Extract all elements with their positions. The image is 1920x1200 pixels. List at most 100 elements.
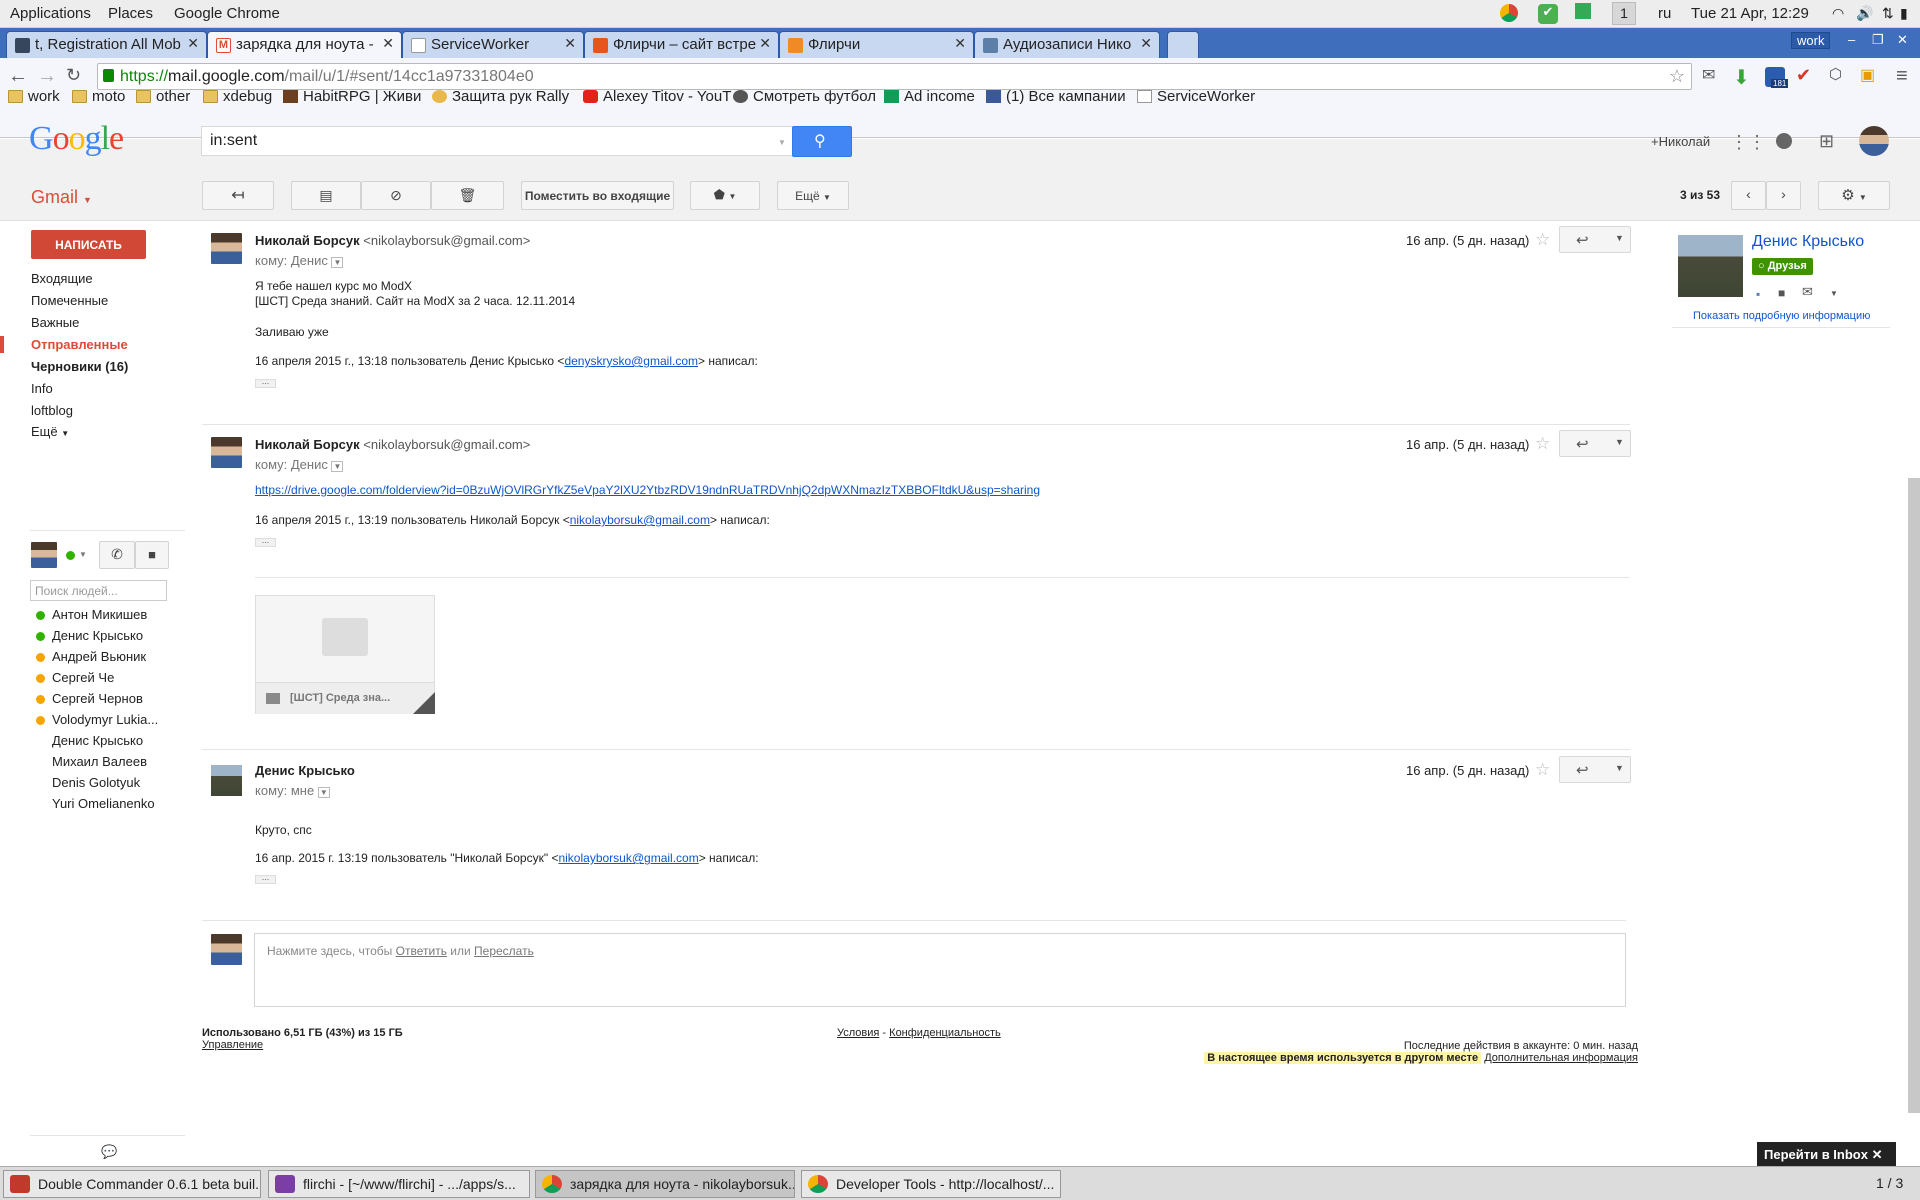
forward-icon[interactable]: →	[37, 65, 57, 88]
close-icon[interactable]: ✕	[382, 35, 394, 52]
phone-call-button[interactable]: ✆	[99, 541, 135, 569]
tab-flirchi[interactable]: Флирчи ✕	[779, 31, 974, 58]
account-avatar[interactable]	[1859, 126, 1889, 156]
close-icon[interactable]: ✕	[564, 35, 576, 52]
tab-serviceworker[interactable]: ServiceWorker ✕	[402, 31, 584, 58]
my-chat-avatar[interactable]	[31, 542, 57, 568]
spam-button[interactable]: ⊘	[361, 181, 431, 210]
quick-reply-box[interactable]: Нажмите здесь, чтобы Ответить или Пересл…	[254, 933, 1626, 1007]
language-indicator[interactable]: ru	[1658, 5, 1671, 22]
star-icon[interactable]: ☆	[1535, 230, 1550, 250]
notifications-icon[interactable]	[1776, 133, 1792, 149]
status-dropdown-icon[interactable]: ▼	[79, 550, 87, 559]
message-menu-icon[interactable]: ▼	[1615, 233, 1624, 243]
contact-item[interactable]: Денис Крысько	[52, 733, 143, 748]
google-logo[interactable]: Google	[29, 120, 124, 158]
online-status-icon[interactable]	[66, 551, 75, 560]
gmail-switcher[interactable]: Gmail ▼	[31, 187, 92, 208]
message-menu-icon[interactable]: ▼	[1615, 763, 1624, 773]
chrome-tray-icon[interactable]	[1500, 4, 1518, 22]
message-sender[interactable]: Денис Крысько	[255, 763, 355, 778]
close-icon[interactable]: ✕	[187, 35, 199, 52]
manage-storage-link[interactable]: Управление	[202, 1039, 263, 1051]
tab-registration[interactable]: t, Registration All Mob ✕	[6, 31, 207, 58]
nav-info[interactable]: Info	[31, 381, 53, 396]
close-icon[interactable]: ✕	[1140, 35, 1152, 52]
close-icon[interactable]: ✕	[954, 35, 966, 52]
app-tray-icon[interactable]	[1575, 3, 1591, 19]
close-icon[interactable]: ✕	[759, 35, 771, 52]
bookmark-ad-income[interactable]: Ad income	[884, 88, 975, 105]
nav-important[interactable]: Важные	[31, 315, 79, 330]
contact-item[interactable]: Михаил Валеев	[52, 754, 147, 769]
email-icon[interactable]: ✉	[1802, 284, 1813, 300]
nav-drafts[interactable]: Черновики (16)	[31, 359, 128, 374]
bookmark-rally[interactable]: Защита рук Rally	[432, 88, 569, 105]
reply-button[interactable]: ↩ ▼	[1559, 430, 1631, 457]
window-close-icon[interactable]: ✕	[1897, 32, 1908, 48]
task-chrome-gmail[interactable]: зарядка для ноута - nikolayborsuk...	[535, 1170, 795, 1198]
contact-name[interactable]: Денис Крысько	[1752, 233, 1864, 251]
more-button[interactable]: Ещё ▼	[777, 181, 849, 210]
chrome-menu-icon[interactable]: ≡	[1896, 65, 1908, 88]
archive-button[interactable]: ▤	[291, 181, 361, 210]
show-trimmed-button[interactable]: ...	[255, 873, 276, 884]
task-devtools[interactable]: Developer Tools - http://localhost/...	[801, 1170, 1061, 1198]
message-sender[interactable]: Николай Борсук <nikolayborsuk@gmail.com>	[255, 233, 530, 248]
tab-gmail[interactable]: Mзарядка для ноута - ✕	[207, 31, 402, 58]
contact-item[interactable]: Антон Микишев	[52, 607, 147, 622]
contact-item[interactable]: Сергей Че	[52, 670, 114, 685]
back-to-sent-button[interactable]: ↤	[202, 181, 274, 210]
chevron-down-icon[interactable]: ▼	[1830, 289, 1838, 298]
search-button[interactable]: ⚲	[792, 126, 852, 157]
message-menu-icon[interactable]: ▼	[1615, 437, 1624, 447]
todoist-icon[interactable]: ✔	[1796, 65, 1811, 86]
bookmark-campaigns[interactable]: (1) Все кампании	[986, 88, 1126, 105]
task-phpstorm[interactable]: flirchi - [~/www/flirchi] - .../apps/s..…	[268, 1170, 530, 1198]
clock[interactable]: Tue 21 Apr, 12:29	[1691, 5, 1809, 22]
places-menu[interactable]: Places	[108, 5, 153, 22]
gift-icon[interactable]: ▣	[1860, 65, 1875, 85]
video-icon[interactable]: ■	[1778, 286, 1785, 300]
checkmark-tray-icon[interactable]: ✔	[1538, 4, 1558, 24]
chrome-menu[interactable]: Google Chrome	[174, 5, 280, 22]
friends-badge[interactable]: ○ Друзья	[1752, 258, 1813, 275]
recipients[interactable]: кому: Денис ▼	[255, 253, 344, 268]
applications-menu[interactable]: Applications	[10, 5, 91, 22]
apps-grid-icon[interactable]: ⋮⋮	[1730, 132, 1766, 153]
bookmark-star-icon[interactable]: ☆	[1669, 66, 1685, 87]
details-link[interactable]: Дополнительная информация	[1484, 1052, 1638, 1064]
contact-item[interactable]: Сергей Чернов	[52, 691, 143, 706]
contact-item[interactable]: Андрей Вьюник	[52, 649, 146, 664]
scrollbar[interactable]	[1908, 478, 1920, 1113]
search-options-icon[interactable]: ▼	[778, 138, 786, 147]
contact-photo[interactable]	[1678, 235, 1743, 297]
privacy-link[interactable]: Конфиденциальность	[889, 1027, 1001, 1039]
quote-email-link[interactable]: denyskrysko@gmail.com	[564, 354, 698, 368]
minimize-icon[interactable]: –	[1848, 32, 1855, 47]
reply-button[interactable]: ↩ ▼	[1559, 756, 1631, 783]
bookmark-youtube[interactable]: Alexey Titov - YouT	[583, 88, 731, 105]
contact-item[interactable]: Денис Крысько	[52, 628, 143, 643]
contact-item[interactable]: Denis Golotyuk	[52, 775, 140, 790]
reload-icon[interactable]: ↻	[66, 65, 81, 86]
hangout-icon[interactable]: ▪	[1756, 287, 1760, 301]
people-search-input[interactable]: Поиск людей...	[30, 580, 167, 601]
quote-email-link[interactable]: nikolayborsuk@gmail.com	[558, 851, 698, 865]
show-details-link[interactable]: Показать подробную информацию	[1693, 310, 1870, 322]
bookmark-work[interactable]: work	[8, 88, 60, 105]
chat-bubble-icon[interactable]: 💬	[101, 1144, 117, 1160]
recipients[interactable]: кому: мне ▼	[255, 783, 330, 798]
reply-link[interactable]: Ответить	[396, 944, 447, 958]
delete-button[interactable]: 🗑	[431, 181, 504, 210]
show-trimmed-button[interactable]: ...	[255, 536, 276, 547]
contact-item[interactable]: Volodymyr Lukia...	[52, 712, 158, 727]
tab-vk-audio[interactable]: Аудиозаписи Нико ✕	[974, 31, 1160, 58]
video-call-button[interactable]: ■	[135, 541, 169, 569]
nav-starred[interactable]: Помеченные	[31, 293, 108, 308]
sender-avatar[interactable]	[211, 765, 242, 796]
settings-button[interactable]: ⚙ ▼	[1818, 181, 1890, 210]
sender-avatar[interactable]	[211, 233, 242, 264]
forward-link[interactable]: Переслать	[474, 944, 534, 958]
newer-button[interactable]: ‹	[1731, 181, 1766, 210]
